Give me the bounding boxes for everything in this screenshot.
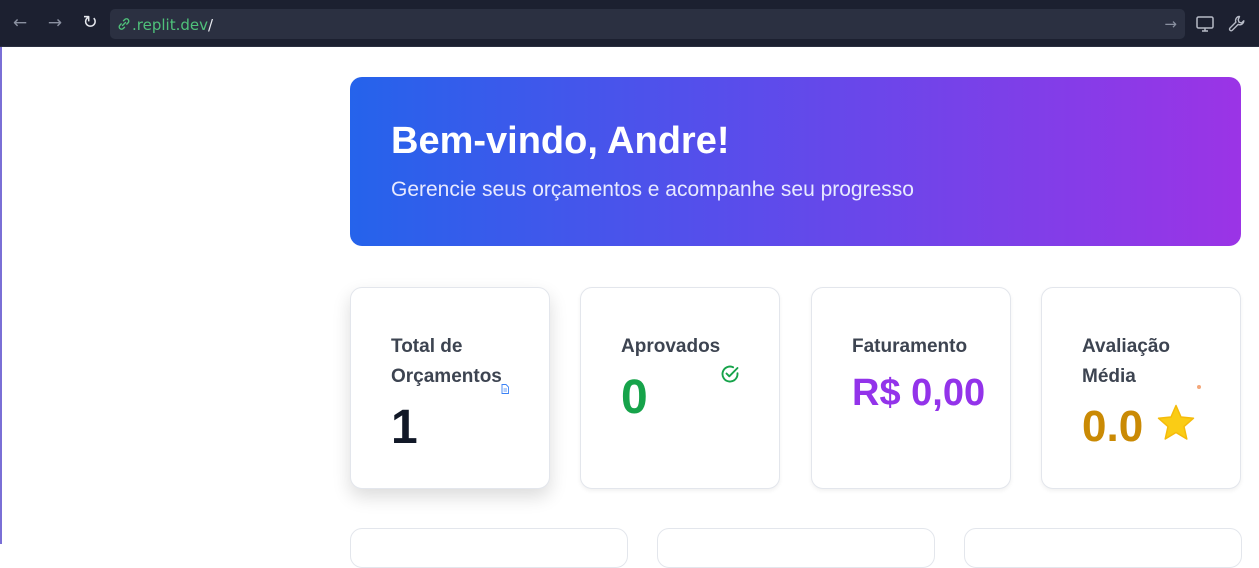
stat-value: 0 [621,371,648,424]
browser-toolbar: ← → ↻ .replit.dev/ → [0,0,1259,47]
reload-icon[interactable]: ↻ [80,13,100,33]
monitor-icon[interactable] [1195,14,1215,34]
stat-card-total[interactable]: Total de Orçamentos 1 [350,287,550,489]
url-path: / [207,16,214,34]
back-icon[interactable]: ← [10,13,30,33]
welcome-title: Bem-vindo, Andre! [391,120,730,162]
document-icon [501,384,509,394]
check-circle-icon [721,365,739,383]
link-icon [118,18,130,30]
page-content: Bem-vindo, Andre! Gerencie seus orçament… [0,47,1259,568]
welcome-subtitle: Gerencie seus orçamentos e acompanhe seu… [391,178,914,201]
stat-label: Total de Orçamentos [391,336,502,387]
card-bottom-2 [657,528,935,568]
address-bar[interactable]: .replit.dev/ → [110,9,1185,39]
card-bottom-1 [350,528,628,568]
stat-label: Avaliação Média [1082,336,1171,387]
wrench-icon[interactable] [1227,14,1247,34]
stat-label: Aprovados [621,336,721,357]
card-bottom-3 [964,528,1242,568]
stat-label: Faturamento [852,336,968,357]
stat-card-revenue[interactable]: Faturamento R$ 0,00 [811,287,1011,489]
stat-value: 0.0 [1082,402,1144,451]
go-arrow-icon[interactable]: → [1164,15,1177,33]
forward-icon[interactable]: → [45,13,65,33]
stat-card-rating[interactable]: Avaliação Média 0.0 [1041,287,1241,489]
stat-value: R$ 0,00 [852,372,986,414]
stat-card-approved[interactable]: Aprovados 0 [580,287,780,489]
decorative-dot [1197,385,1201,389]
stat-value: 1 [391,401,418,454]
url-domain: .replit.dev [132,16,208,34]
url-text[interactable]: .replit.dev/ [132,16,213,34]
star-icon [1157,404,1195,440]
welcome-banner: Bem-vindo, Andre! Gerencie seus orçament… [350,77,1241,246]
